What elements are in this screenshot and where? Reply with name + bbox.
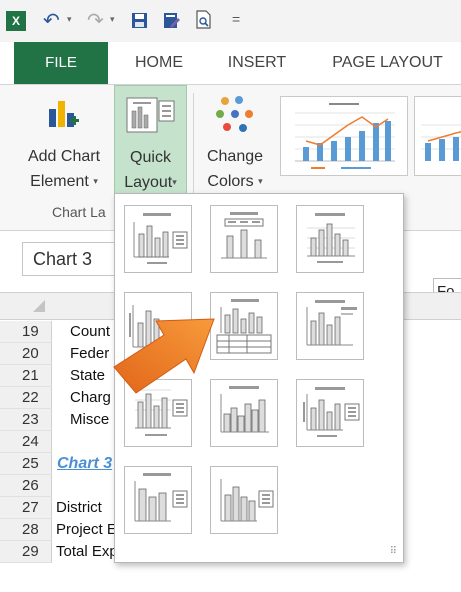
select-all-corner[interactable] (33, 300, 45, 312)
cell-text[interactable]: Count (70, 321, 110, 343)
tab-file[interactable]: FILE (14, 42, 108, 84)
add-chart-element-button[interactable]: Add Chart Element ▾ (18, 85, 110, 197)
row-header[interactable]: 20 (0, 343, 52, 365)
group-separator (193, 93, 194, 193)
change-colors-button[interactable]: Change Colors ▾ (197, 85, 273, 197)
change-colors-line1: Change (206, 148, 264, 165)
tab-insert[interactable]: INSERT (212, 42, 302, 84)
edit-document-icon[interactable] (163, 12, 181, 30)
excel-logo-icon: X (6, 11, 26, 31)
chevron-down-icon: ▾ (93, 176, 98, 186)
chart-style-preview-1[interactable] (280, 96, 408, 176)
row-header[interactable]: 25 (0, 453, 52, 475)
chevron-down-icon: ▾ (258, 176, 263, 186)
layout-2-option[interactable] (210, 205, 278, 273)
row-header[interactable]: 23 (0, 409, 52, 431)
row-header[interactable]: 22 (0, 387, 52, 409)
chart-style-preview-2[interactable] (414, 96, 461, 176)
quick-layout-line2: Layout (124, 174, 173, 191)
quick-layout-button[interactable]: Quick Layout▾ (114, 85, 187, 197)
row-header[interactable]: 21 (0, 365, 52, 387)
quick-layout-icon (126, 97, 176, 133)
add-chart-element-icon (46, 97, 80, 131)
chart-layouts-group-label: Chart La (52, 204, 106, 220)
quick-access-toolbar: X ↶ ▾ ↷ ▾ = (0, 0, 461, 42)
cell-text[interactable]: Charg (70, 387, 111, 409)
redo-icon[interactable]: ↷ (87, 8, 104, 34)
arrow-callout-icon (110, 305, 230, 410)
change-colors-label: Change Colors ▾ (197, 144, 273, 194)
row-header[interactable]: 29 (0, 541, 52, 563)
layout-9-option[interactable] (296, 379, 364, 447)
palette-icon (215, 95, 255, 135)
quick-layout-line1: Quick (130, 149, 171, 166)
tab-page-layout[interactable]: PAGE LAYOUT (320, 42, 455, 84)
name-box[interactable]: Chart 3 (22, 242, 120, 276)
add-chart-element-line1: Add Chart (27, 148, 101, 165)
row-header[interactable]: 27 (0, 497, 52, 519)
layout-1-option[interactable] (124, 205, 192, 273)
tab-home[interactable]: HOME (118, 42, 200, 84)
row-header[interactable]: 24 (0, 431, 52, 453)
customize-toolbar-icon[interactable]: = (232, 11, 240, 27)
print-preview-icon[interactable] (195, 10, 213, 30)
change-colors-line2: Colors (207, 173, 254, 190)
ribbon-tabs: FILE HOME INSERT PAGE LAYOUT (0, 42, 461, 85)
cell-text[interactable]: State (70, 365, 105, 387)
row-header[interactable]: 26 (0, 475, 52, 497)
row-header[interactable]: 19 (0, 321, 52, 343)
add-chart-element-line2: Element (30, 173, 89, 190)
quick-layout-label: Quick Layout▾ (114, 145, 187, 195)
layout-10-option[interactable] (124, 466, 192, 534)
layout-11-option[interactable] (210, 466, 278, 534)
chevron-down-icon: ▾ (172, 177, 177, 187)
undo-icon[interactable]: ↶ (43, 8, 60, 34)
cell-text[interactable]: Chart 3 (57, 453, 112, 475)
cell-text[interactable]: Feder (70, 343, 109, 365)
cell-text[interactable]: District (56, 497, 102, 519)
layout-6-option[interactable] (296, 292, 364, 360)
cell-text[interactable]: Misce (70, 409, 109, 431)
row-header[interactable]: 28 (0, 519, 52, 541)
redo-dropdown-icon[interactable]: ▾ (110, 14, 115, 25)
layout-3-option[interactable] (296, 205, 364, 273)
add-chart-element-label: Add Chart Element ▾ (18, 144, 110, 194)
undo-dropdown-icon[interactable]: ▾ (67, 14, 72, 25)
save-icon[interactable] (131, 12, 148, 29)
resize-grip-icon[interactable]: ⠿ (390, 546, 397, 557)
